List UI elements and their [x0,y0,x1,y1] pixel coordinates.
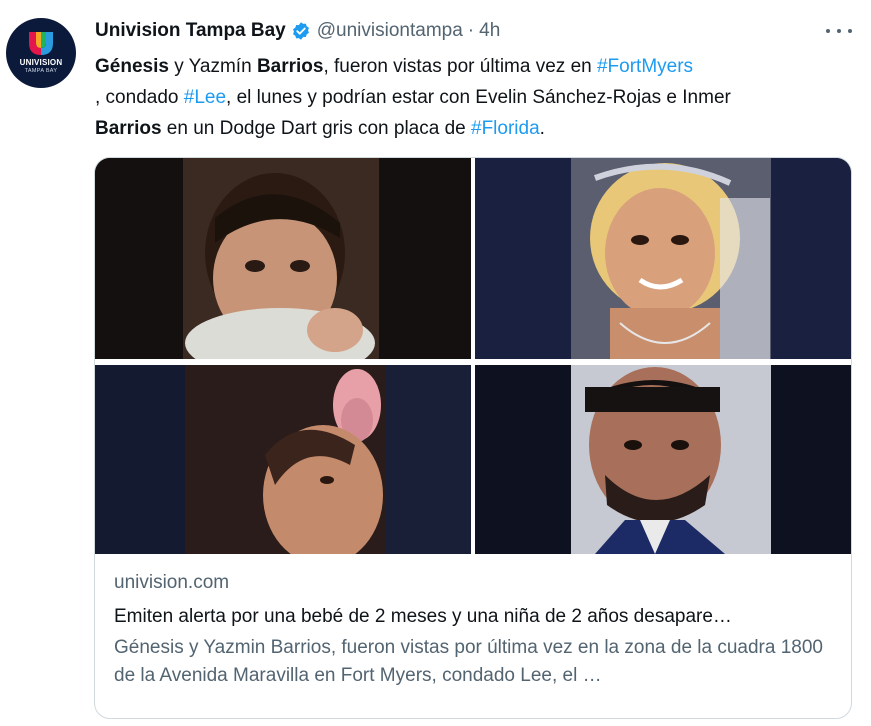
text-segment: , fueron vistas por última vez en [323,56,597,77]
display-name[interactable]: Univision Tampa Bay [95,20,286,42]
text-segment: en un Dodge Dart gris con placa de [161,118,471,139]
photo-child-1 [95,158,471,359]
card-image[interactable] [95,158,851,554]
photo-man [475,365,851,554]
hashtag-link[interactable]: #Florida [471,118,540,139]
tweet-text: Génesis y Yazmín Barrios, fueron vistas … [95,51,855,144]
avatar[interactable]: UNIVISION TAMPA BAY [6,18,76,88]
tweet[interactable]: UNIVISION TAMPA BAY Univision Tampa Bay … [0,0,871,726]
tweet-header: Univision Tampa Bay @univisiontampa · 4h [95,19,500,43]
more-dot [837,29,841,33]
timestamp[interactable]: 4h [479,20,500,42]
photo-woman [475,158,851,359]
card-description: Génesis y Yazmin Barrios, fueron vistas … [114,637,824,686]
handle[interactable]: @univisiontampa [317,20,463,42]
more-dot [826,29,830,33]
text-bold: Barrios [95,118,162,139]
avatar-logo-word: UNIVISION [19,58,63,67]
card-title: Emiten alerta por una bebé de 2 meses y … [114,606,732,627]
text-segment: y Yazmín [168,56,257,77]
link-card[interactable]: univision.com Emiten alerta por una bebé… [94,157,852,719]
more-dot [848,29,852,33]
text-segment: , el lunes y podrían estar con Evelin Sá… [226,87,731,108]
verified-badge-icon [292,22,309,40]
univision-logo-icon [29,32,53,55]
avatar-logo-sub: TAMPA BAY [24,68,58,74]
hashtag-link[interactable]: #FortMyers [597,56,693,77]
card-meta[interactable]: univision.com Emiten alerta por una bebé… [114,570,836,690]
text-segment: . [539,118,545,139]
separator-dot: · [467,20,475,41]
more-options-icon[interactable] [826,20,852,42]
card-domain: univision.com [114,572,230,593]
photo-child-2 [95,365,471,554]
text-segment: , condado [95,87,184,108]
text-bold: Génesis [95,56,169,77]
hashtag-link[interactable]: #Lee [184,87,226,108]
text-bold: Barrios [256,56,324,77]
